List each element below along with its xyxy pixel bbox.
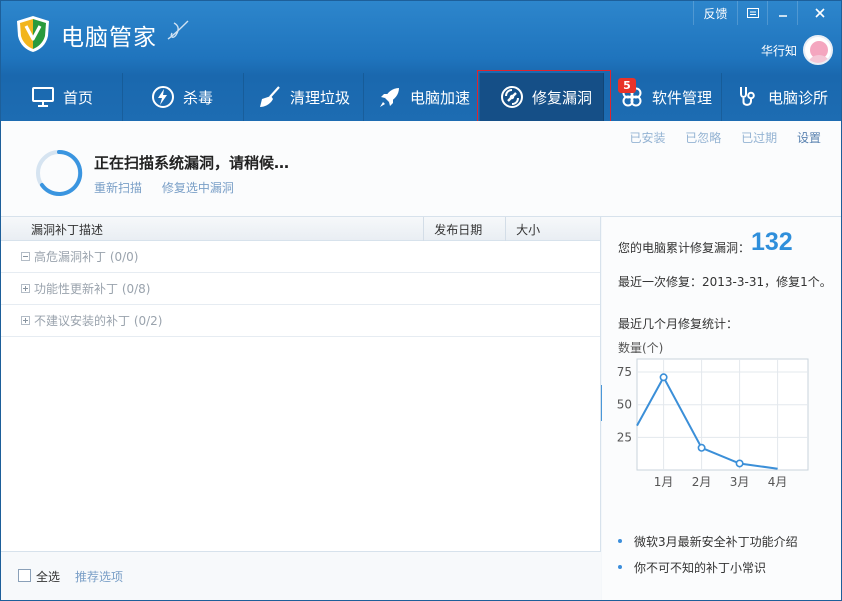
monthly-stats-title: 最近几个月修复统计： <box>618 317 739 331</box>
rescan-link[interactable]: 重新扫描 <box>94 181 142 195</box>
group-label: 高危漏洞补丁 (0/0) <box>34 250 139 264</box>
loading-spinner-icon <box>36 149 83 196</box>
news-link-patch-tips[interactable]: 你不可不知的补丁小常识 <box>618 559 766 576</box>
close-button[interactable] <box>797 1 841 25</box>
installed-link[interactable]: 已安装 <box>629 131 665 145</box>
group-label: 不建议安装的补丁 (0/2) <box>34 314 163 328</box>
user-name[interactable]: 华行知 <box>761 42 797 59</box>
scan-panel: 正在扫描系统漏洞，请稍候… 重新扫描 修复选中漏洞 已安装 已忽略 已过期 设置 <box>1 121 841 217</box>
scan-status-title: 正在扫描系统漏洞，请稍候… <box>94 154 290 172</box>
collapse-icon[interactable] <box>21 252 30 261</box>
app-logo-shield-icon <box>17 16 49 52</box>
chart-data-point <box>735 459 744 468</box>
history-links: 已安装 已忽略 已过期 设置 <box>613 129 821 146</box>
menu-button[interactable] <box>737 1 767 25</box>
settings-link[interactable]: 设置 <box>797 131 821 145</box>
nav-item-clinic[interactable]: 电脑诊所 <box>722 73 841 121</box>
window-controls: 反馈 <box>693 1 841 25</box>
app-signature-icon <box>167 20 189 40</box>
ignored-link[interactable]: 已忽略 <box>685 131 721 145</box>
chart-x-tick-label: 2月 <box>692 475 712 489</box>
monthly-fix-chart: 25 50 75 1月 2月 3月 4月 <box>617 358 809 489</box>
chart-x-tick-label: 4月 <box>768 475 788 489</box>
broom-icon <box>258 85 282 109</box>
chart-y-label: 数量(个) <box>618 341 664 355</box>
minimize-icon <box>778 15 787 17</box>
minimize-button[interactable] <box>767 1 797 25</box>
nav-item-speedup[interactable]: 电脑加速 <box>364 73 480 121</box>
avatar[interactable] <box>803 35 833 65</box>
nav-item-label: 电脑加速 <box>410 88 471 107</box>
chart-y-tick-label: 75 <box>617 365 632 379</box>
menu-icon <box>746 8 759 18</box>
app-window: 电脑管家 反馈 华行知 首页 杀毒 清理垃圾 电脑加速 修复漏洞 5 软件管理 … <box>0 0 842 601</box>
nav-item-label: 首页 <box>63 88 94 107</box>
nav-item-label: 杀毒 <box>183 88 214 107</box>
news-link-march-patch[interactable]: 微软3月最新安全补丁功能介绍 <box>618 533 798 550</box>
column-header-description[interactable]: 漏洞补丁描述 <box>1 217 425 241</box>
column-header-date[interactable]: 发布日期 <box>424 217 507 241</box>
rocket-icon <box>378 85 402 109</box>
app-title: 电脑管家 <box>61 25 157 51</box>
news-text: 微软3月最新安全补丁功能介绍 <box>634 535 798 549</box>
total-fixed-count: 132 <box>751 228 793 256</box>
expired-link[interactable]: 已过期 <box>741 131 777 145</box>
feedback-button[interactable]: 反馈 <box>693 1 737 25</box>
table-row[interactable]: 功能性更新补丁 (0/8) <box>1 273 600 305</box>
chart-y-tick-label: 50 <box>617 398 632 412</box>
table-header: 漏洞补丁描述 发布日期 大小 <box>1 217 600 241</box>
chart-data-point <box>697 443 706 452</box>
nav-item-label: 清理垃圾 <box>290 88 351 107</box>
chart-x-tick-label: 1月 <box>654 475 674 489</box>
last-fix-info: 最近一次修复：2013-3-31，修复1个。 <box>618 275 832 289</box>
stats-panel: 您的电脑累计修复漏洞： 132 最近一次修复：2013-3-31，修复1个。 最… <box>602 217 841 600</box>
chart-y-tick-label: 25 <box>617 430 632 444</box>
monitor-icon <box>31 85 55 109</box>
expand-icon[interactable] <box>21 316 30 325</box>
recommended-options-link[interactable]: 推荐选项 <box>75 568 123 585</box>
fix-selected-link[interactable]: 修复选中漏洞 <box>162 181 234 195</box>
total-fixed-label: 您的电脑累计修复漏洞： <box>618 241 751 255</box>
group-label: 功能性更新补丁 (0/8) <box>34 282 151 296</box>
stethoscope-icon <box>736 85 760 109</box>
chart-x-tick-label: 3月 <box>730 475 750 489</box>
chart-data-point <box>659 373 668 382</box>
lightning-icon <box>151 85 175 109</box>
column-header-size[interactable]: 大小 <box>506 217 600 241</box>
select-all-checkbox[interactable] <box>18 569 31 582</box>
title-bar: 电脑管家 反馈 华行知 首页 杀毒 清理垃圾 电脑加速 修复漏洞 5 软件管理 … <box>1 1 841 121</box>
list-footer: 全选 推荐选项 <box>1 551 601 600</box>
table-row[interactable]: 高危漏洞补丁 (0/0) <box>1 241 600 273</box>
scan-actions: 重新扫描 修复选中漏洞 <box>94 179 250 196</box>
news-text: 你不可不知的补丁小常识 <box>634 561 767 575</box>
close-icon <box>814 8 825 18</box>
nav-item-antivirus[interactable]: 杀毒 <box>123 73 244 121</box>
select-all-label[interactable]: 全选 <box>36 568 60 585</box>
nav-item-label: 软件管理 <box>652 88 713 107</box>
table-row[interactable]: 不建议安装的补丁 (0/2) <box>1 305 600 337</box>
nav-item-label: 电脑诊所 <box>768 88 829 107</box>
expand-icon[interactable] <box>21 284 30 293</box>
main-nav: 首页 杀毒 清理垃圾 电脑加速 修复漏洞 5 软件管理 电脑诊所 <box>1 73 841 121</box>
nav-item-software[interactable]: 5 软件管理 <box>604 73 722 121</box>
nav-item-home[interactable]: 首页 <box>1 73 123 121</box>
patch-list-panel: 漏洞补丁描述 发布日期 大小 高危漏洞补丁 (0/0) 功能性更新补丁 (0/8… <box>1 217 601 600</box>
software-update-badge: 5 <box>618 78 636 93</box>
nav-item-clean[interactable]: 清理垃圾 <box>244 73 364 121</box>
